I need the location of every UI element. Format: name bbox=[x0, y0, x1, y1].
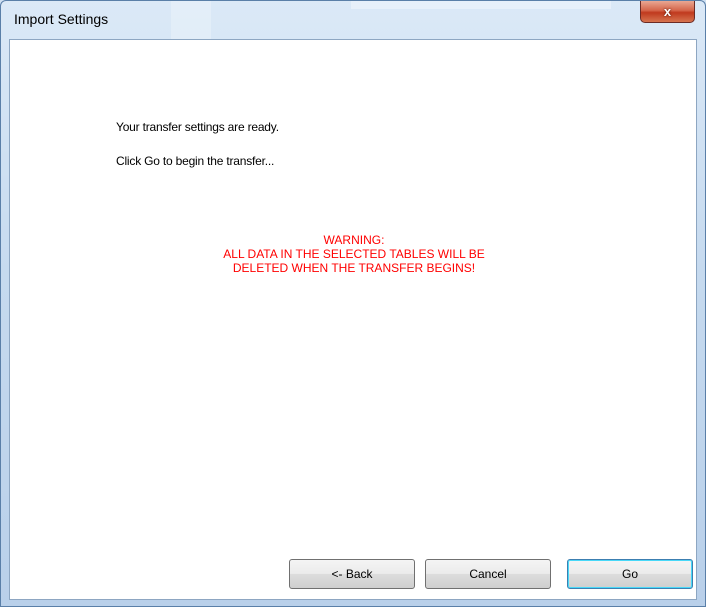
go-button[interactable]: Go bbox=[567, 559, 693, 589]
cancel-button[interactable]: Cancel bbox=[425, 559, 551, 589]
close-icon: x bbox=[663, 4, 672, 19]
warning-message: WARNING: ALL DATA IN THE SELECTED TABLES… bbox=[10, 233, 698, 275]
import-settings-window: Import Settings x Your transfer settings… bbox=[0, 0, 706, 607]
close-button[interactable]: x bbox=[640, 1, 695, 23]
window-title: Import Settings bbox=[14, 11, 109, 27]
warning-line-2: DELETED WHEN THE TRANSFER BEGINS! bbox=[232, 261, 476, 275]
dialog-content-panel: Your transfer settings are ready. Click … bbox=[9, 39, 697, 600]
warning-line-1: ALL DATA IN THE SELECTED TABLES WILL BE bbox=[223, 247, 485, 261]
back-button[interactable]: <- Back bbox=[289, 559, 415, 589]
warning-heading: WARNING: bbox=[323, 233, 385, 247]
title-bar[interactable]: Import Settings x bbox=[1, 1, 705, 39]
settings-ready-text: Your transfer settings are ready. bbox=[116, 120, 279, 134]
instruction-text: Click Go to begin the transfer... bbox=[116, 154, 275, 168]
